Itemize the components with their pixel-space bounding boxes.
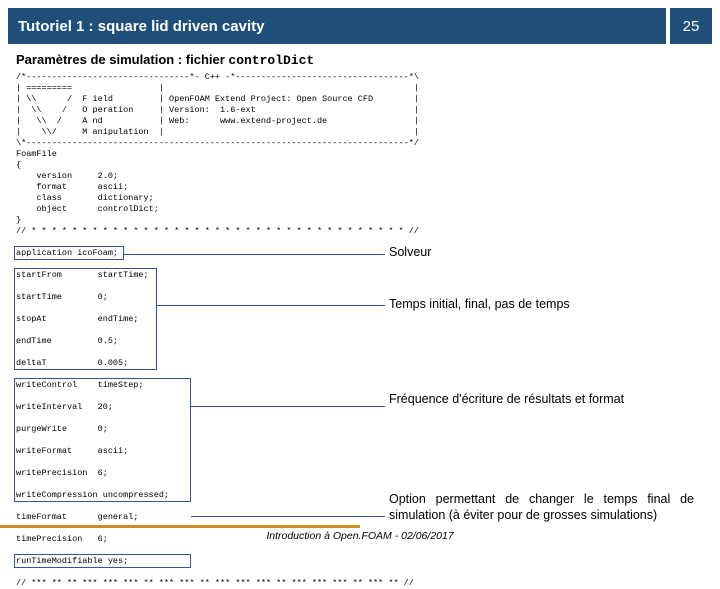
line-solver [124,254,385,255]
line-time [157,305,385,306]
line-runtime [191,516,385,517]
box-runtime [14,554,191,568]
content-area: /*--------------------------------*- C++… [16,72,720,492]
annot-runtime: Option permettant de changer le temps fi… [389,492,694,523]
annot-write: Fréquence d'écriture de résultats et for… [389,392,694,408]
box-time [14,268,157,370]
subtitle-file: controlDict [228,53,314,68]
accent-bar [0,525,360,528]
slide-title: Tutoriel 1 : square lid driven cavity [8,8,666,44]
subtitle: Paramètres de simulation : fichier contr… [16,52,720,68]
box-write [14,378,191,502]
annot-solver: Solveur [389,245,689,261]
subtitle-prefix: Paramètres de simulation : fichier [16,52,228,67]
box-solver [14,246,124,260]
line-write [191,406,385,407]
annot-time: Temps initial, final, pas de temps [389,297,709,313]
footer: Introduction à Open.FOAM - 02/06/2017 [0,530,720,542]
page-number: 25 [670,8,712,44]
